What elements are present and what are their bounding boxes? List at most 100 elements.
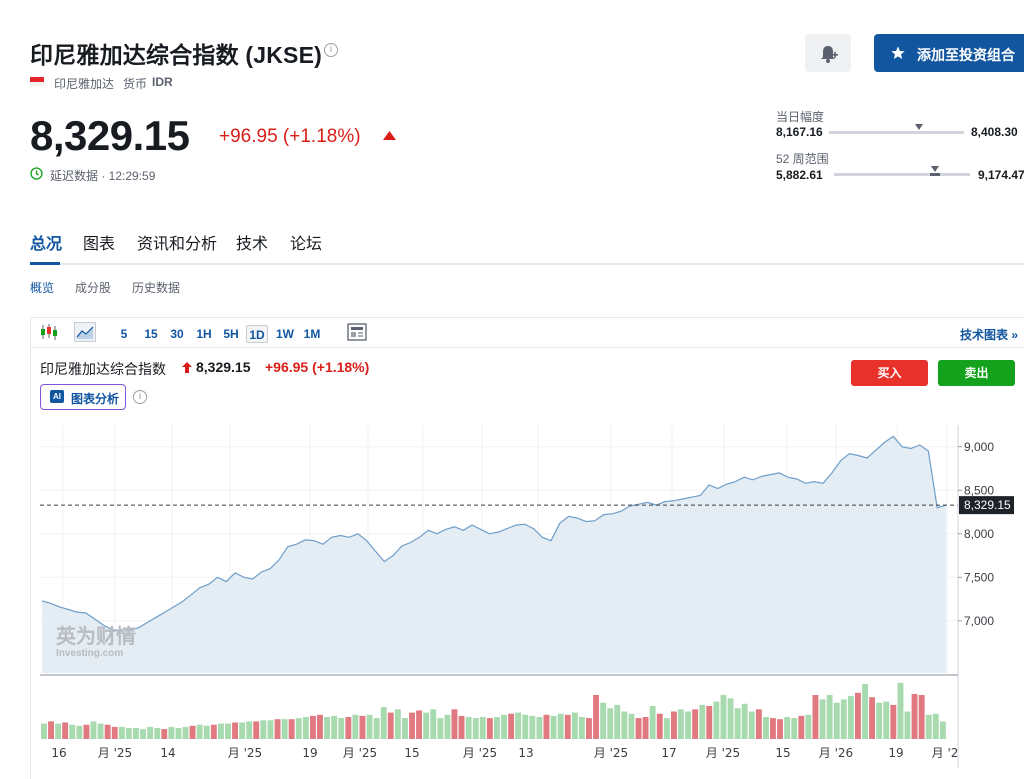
- volume-bar: [97, 723, 104, 739]
- volume-bar: [133, 728, 139, 739]
- volume-bar: [614, 704, 621, 739]
- volume-bar: [529, 715, 536, 739]
- volume-bar: [55, 723, 62, 739]
- x-tick-label: 19: [888, 746, 903, 760]
- volume-bar: [515, 712, 522, 739]
- volume-bar: [586, 718, 592, 739]
- volume-bar: [324, 717, 330, 739]
- x-tick-label: 19: [302, 746, 317, 760]
- volume-bar: [479, 717, 486, 739]
- volume-bar: [925, 714, 932, 739]
- volume-bar: [196, 724, 203, 739]
- volume-bar: [494, 717, 500, 739]
- volume-bar: [437, 718, 444, 739]
- volume-bar: [352, 714, 359, 739]
- volume-bar: [621, 711, 628, 739]
- volume-bar: [246, 721, 253, 739]
- volume-bar: [812, 695, 819, 739]
- volume-bar: [295, 718, 302, 739]
- volume-bar: [869, 697, 875, 739]
- volume-bar: [911, 693, 918, 739]
- volume-bar: [76, 725, 83, 739]
- volume-bar: [253, 721, 260, 739]
- volume-bar: [423, 712, 430, 739]
- volume-bar: [486, 718, 493, 739]
- volume-bar: [210, 724, 217, 739]
- volume-bar: [755, 709, 762, 739]
- x-tick-label: 14: [160, 746, 175, 760]
- y-tick-label: 7,000: [964, 614, 994, 628]
- y-tick-label: 7,500: [964, 570, 994, 584]
- y-tick-label: 9,000: [964, 440, 994, 454]
- volume-bar: [104, 724, 111, 739]
- volume-bar: [281, 719, 288, 739]
- volume-bar: [203, 725, 210, 739]
- volume-bar: [232, 722, 238, 739]
- volume-bar: [770, 718, 776, 739]
- volume-bar: [267, 720, 274, 739]
- volume-bar: [855, 692, 861, 739]
- volume-bar: [564, 714, 571, 739]
- volume-bar: [394, 709, 401, 739]
- x-tick-label: 15: [775, 746, 790, 760]
- price-area: [42, 436, 946, 673]
- volume-bar: [310, 715, 316, 739]
- volume-bar: [317, 714, 323, 739]
- volume-bar: [536, 717, 543, 739]
- volume-bar: [302, 717, 309, 739]
- volume-bar: [685, 711, 691, 739]
- price-chart[interactable]: 英为财情Investing.com 7,000 7,500 8,000 8,500 9,0…: [0, 0, 1024, 779]
- volume-bar: [338, 718, 345, 739]
- volume-bar: [635, 718, 642, 739]
- volume-bar: [883, 701, 890, 739]
- volume-bar: [600, 702, 607, 739]
- volume-bar: [69, 724, 76, 739]
- volume-bar: [168, 726, 175, 739]
- volume-bar: [847, 696, 854, 739]
- volume-bar: [387, 712, 394, 739]
- x-tick-label: 17: [661, 746, 676, 760]
- last-price-tag-label: 8,329.15: [964, 498, 1011, 512]
- y-tick-label: 8,000: [964, 527, 994, 541]
- volume-bar: [161, 729, 168, 739]
- volume-bar: [451, 709, 458, 739]
- volume-bar: [798, 715, 805, 739]
- volume-bar: [48, 721, 54, 739]
- volume-bar: [550, 715, 557, 739]
- volume-bar: [409, 712, 415, 739]
- volume-bar: [932, 713, 939, 739]
- volume-bar: [416, 710, 422, 739]
- volume-bar: [472, 718, 479, 739]
- volume-bar: [543, 714, 550, 739]
- volume-bar: [147, 726, 154, 739]
- volume-bar: [890, 704, 897, 739]
- volume-bar: [458, 715, 465, 739]
- volume-bar: [154, 728, 161, 739]
- volume-bar: [501, 714, 507, 739]
- volume-bar: [557, 713, 564, 739]
- x-tick-label: 月 '25: [343, 746, 377, 760]
- volume-bar: [607, 708, 614, 739]
- volume-bar: [663, 718, 670, 739]
- volume-bar: [239, 722, 246, 739]
- volume-bar: [83, 724, 90, 739]
- volume-bar: [692, 709, 699, 739]
- volume-bar: [571, 712, 578, 739]
- volume-bar: [522, 714, 529, 739]
- volume-bar: [628, 713, 635, 739]
- volume-bar: [62, 722, 69, 739]
- x-tick-label: 16: [51, 746, 66, 760]
- volume-bar: [734, 708, 741, 739]
- volume-bar: [706, 706, 713, 739]
- volume-bar: [805, 714, 812, 739]
- volume-bar: [260, 720, 267, 739]
- volume-bar: [118, 726, 125, 739]
- volume-bar: [748, 711, 755, 739]
- volume-bar: [182, 726, 189, 739]
- volume-bar: [876, 702, 883, 739]
- volume-bar: [939, 721, 946, 739]
- volume-bar: [862, 684, 868, 739]
- volume-bar: [656, 713, 663, 739]
- volume-bar: [402, 718, 408, 739]
- volume-bar: [833, 702, 840, 739]
